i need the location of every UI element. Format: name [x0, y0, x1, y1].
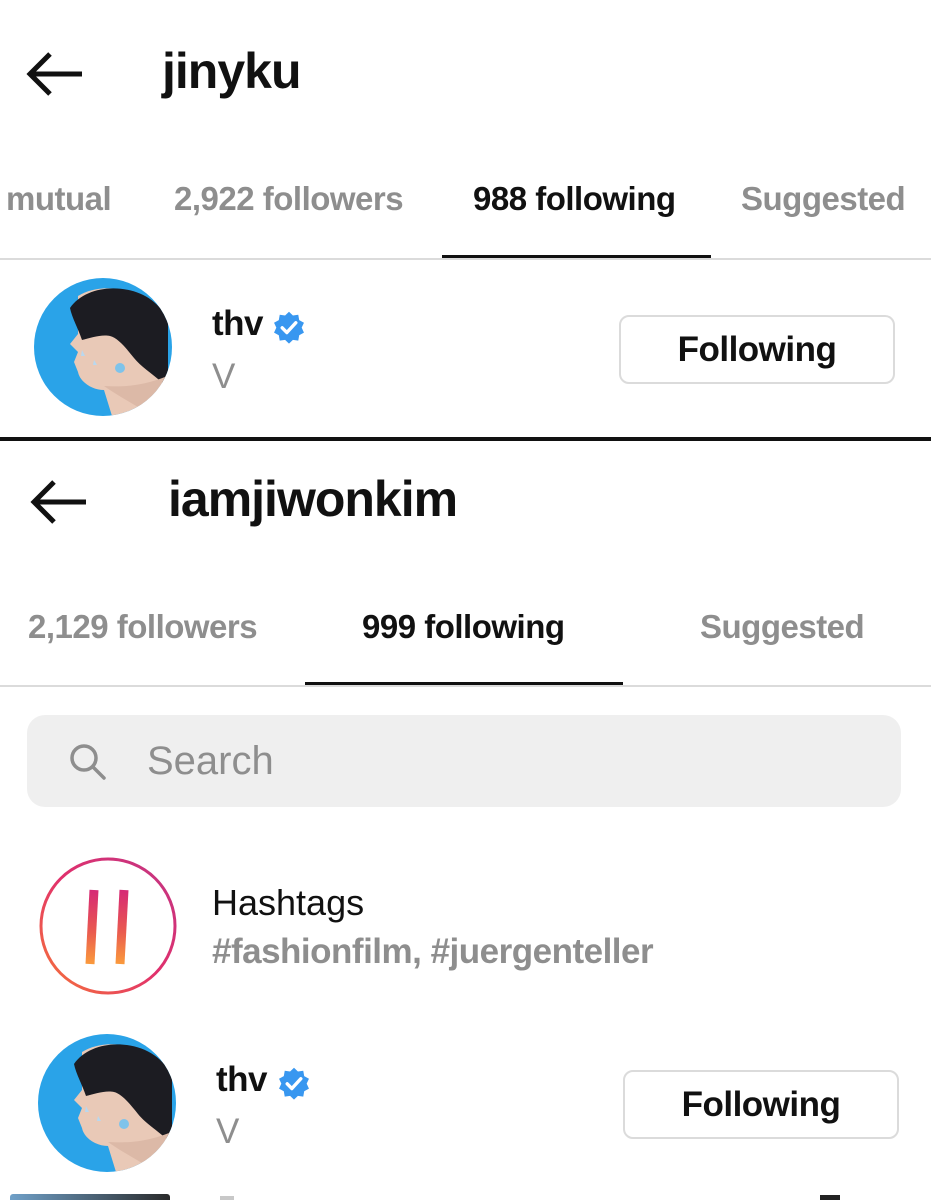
next-button-edge: [820, 1195, 840, 1200]
active-tab-indicator: [305, 682, 623, 685]
hashtag-icon[interactable]: [38, 856, 178, 996]
hashtags-list: #fashionfilm, #juergenteller: [212, 932, 654, 971]
account-full-name: V: [212, 357, 236, 396]
tab-following[interactable]: 988 following: [473, 180, 676, 218]
following-button[interactable]: Following: [623, 1070, 899, 1139]
verified-badge-icon: [272, 310, 306, 344]
verified-badge-icon: [277, 1066, 311, 1100]
active-tab-indicator: [442, 255, 711, 258]
tab-mutual[interactable]: mutual: [6, 180, 112, 218]
account-full-name: V: [216, 1112, 240, 1151]
avatar[interactable]: [38, 1034, 176, 1172]
next-text-edge: [220, 1196, 234, 1200]
account-username[interactable]: thv: [216, 1060, 268, 1100]
search-bar: [27, 715, 901, 807]
profile-username: iamjiwonkim: [168, 471, 458, 527]
next-list-item-peek: [0, 1194, 931, 1200]
tab-suggested[interactable]: Suggested: [700, 608, 865, 646]
bottom-panel: iamjiwonkim 2,129 followers 999 followin…: [0, 442, 931, 1200]
back-arrow-icon[interactable]: [24, 472, 94, 532]
search-icon: [67, 741, 107, 781]
tab-suggested[interactable]: Suggested: [741, 180, 906, 218]
tab-followers[interactable]: 2,922 followers: [174, 180, 404, 218]
tabs-divider: [0, 258, 931, 260]
next-avatar-edge: [10, 1194, 170, 1200]
hashtags-title[interactable]: Hashtags: [212, 882, 364, 924]
avatar[interactable]: [34, 278, 172, 416]
search-input[interactable]: [147, 725, 867, 797]
tab-following[interactable]: 999 following: [362, 608, 565, 646]
back-arrow-icon[interactable]: [20, 44, 90, 104]
following-button[interactable]: Following: [619, 315, 895, 384]
account-username[interactable]: thv: [212, 304, 264, 344]
tab-followers[interactable]: 2,129 followers: [28, 608, 258, 646]
top-panel: jinyku mutual 2,922 followers 988 follow…: [0, 0, 931, 438]
profile-username: jinyku: [162, 43, 301, 99]
screenshot-divider: [0, 437, 931, 441]
tabs-divider: [0, 685, 931, 687]
